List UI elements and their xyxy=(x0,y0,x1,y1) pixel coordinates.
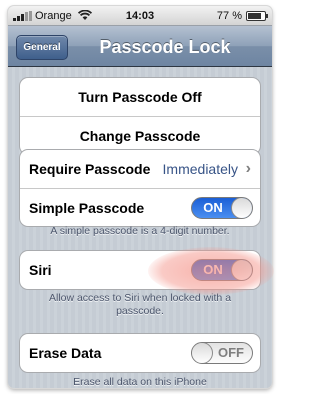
phone-screen: Orange 14:03 77 % General Passcode Lock … xyxy=(8,6,272,388)
erase-data-footnote: Erase all data on this iPhone xyxy=(73,376,207,388)
erase-data-label: Erase Data xyxy=(29,345,102,361)
siri-group: Siri ON xyxy=(19,250,261,290)
back-button-label: General xyxy=(23,42,61,53)
status-bar: Orange 14:03 77 % xyxy=(8,6,272,26)
simple-passcode-toggle[interactable]: ON xyxy=(191,197,253,219)
turn-passcode-off-button[interactable]: Turn Passcode Off xyxy=(20,78,260,116)
erase-data-toggle[interactable]: OFF xyxy=(191,342,253,364)
simple-passcode-toggle-state: ON xyxy=(203,200,223,215)
siri-footnote: Allow access to Siri when locked with a … xyxy=(48,292,232,317)
require-passcode-value: Immediately xyxy=(162,161,238,177)
back-button-general[interactable]: General xyxy=(16,35,68,60)
passcode-actions-group: Turn Passcode Off Change Passcode xyxy=(19,77,261,155)
chevron-right-icon: › xyxy=(245,160,251,177)
passcode-settings-group: Require Passcode Immediately › Simple Pa… xyxy=(19,149,261,227)
siri-label: Siri xyxy=(29,262,52,278)
erase-data-toggle-state: OFF xyxy=(218,345,244,360)
erase-data-row: Erase Data OFF xyxy=(20,334,260,372)
erase-data-group: Erase Data OFF xyxy=(19,333,261,373)
toggle-knob xyxy=(192,343,213,363)
navigation-bar: General Passcode Lock xyxy=(8,26,272,67)
toggle-knob xyxy=(231,260,252,280)
siri-toggle-state: ON xyxy=(203,262,223,277)
battery-icon xyxy=(246,11,268,21)
siri-row: Siri ON xyxy=(20,251,260,289)
toggle-knob xyxy=(231,198,252,218)
simple-passcode-footnote: A simple passcode is a 4-digit number. xyxy=(50,225,230,237)
simple-passcode-label: Simple Passcode xyxy=(29,200,145,216)
require-passcode-label: Require Passcode xyxy=(29,161,151,177)
page-title: Passcode Lock xyxy=(99,37,231,57)
simple-passcode-row: Simple Passcode ON xyxy=(20,188,260,226)
battery-percent: 77 % xyxy=(216,10,242,22)
siri-toggle[interactable]: ON xyxy=(191,259,253,281)
require-passcode-row[interactable]: Require Passcode Immediately › xyxy=(20,150,260,188)
